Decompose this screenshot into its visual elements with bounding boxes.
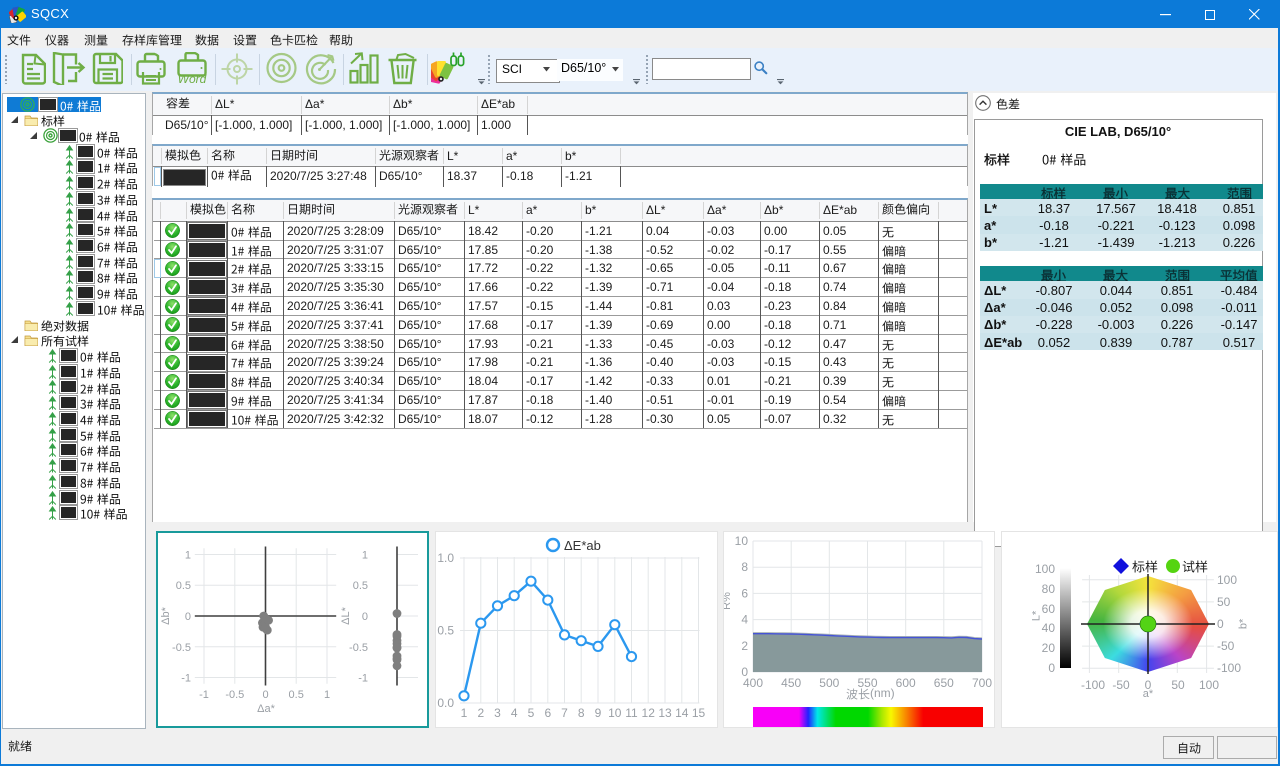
svg-text:0: 0 [262, 689, 268, 701]
svg-text:450: 450 [781, 676, 801, 690]
svg-text:1: 1 [362, 550, 368, 562]
svg-text:3: 3 [494, 706, 501, 720]
svg-text:R%: R% [724, 592, 733, 610]
svg-text:0.5: 0.5 [353, 580, 368, 592]
svg-text:10: 10 [735, 534, 749, 548]
svg-text:2: 2 [741, 639, 748, 653]
svg-text:0.5: 0.5 [176, 580, 191, 592]
svg-text:4: 4 [741, 613, 748, 627]
svg-text:11: 11 [625, 706, 638, 720]
svg-text:700: 700 [972, 676, 992, 690]
svg-text:-1: -1 [358, 673, 368, 685]
svg-text:6: 6 [544, 706, 551, 720]
svg-text:13: 13 [658, 706, 672, 720]
svg-text:-1: -1 [199, 689, 209, 701]
svg-text:8: 8 [578, 706, 585, 720]
svg-text:600: 600 [896, 676, 916, 690]
svg-text:1: 1 [185, 550, 191, 562]
svg-text:1.0: 1.0 [437, 551, 454, 565]
svg-text:ΔL*: ΔL* [340, 606, 352, 624]
svg-text:1: 1 [461, 706, 468, 720]
svg-text:0: 0 [185, 611, 191, 623]
svg-text:-1: -1 [181, 673, 191, 685]
svg-text:8: 8 [741, 560, 748, 574]
svg-text:10: 10 [608, 706, 622, 720]
svg-text:0: 0 [741, 665, 748, 679]
svg-text:-0.5: -0.5 [349, 642, 368, 654]
svg-text:6: 6 [741, 586, 748, 600]
svg-text:15: 15 [692, 706, 706, 720]
svg-text:12: 12 [642, 706, 656, 720]
svg-text:Δb*: Δb* [160, 606, 172, 624]
svg-text:Δa*: Δa* [257, 703, 275, 715]
svg-text:14: 14 [675, 706, 689, 720]
svg-text:-0.5: -0.5 [172, 642, 191, 654]
svg-text:9: 9 [595, 706, 602, 720]
svg-text:7: 7 [561, 706, 568, 720]
svg-text:Word: Word [178, 72, 207, 85]
svg-text:0.5: 0.5 [289, 689, 304, 701]
svg-text:0.5: 0.5 [437, 624, 454, 638]
svg-text:1: 1 [324, 689, 330, 701]
svg-text:0: 0 [362, 611, 368, 623]
svg-text:5: 5 [528, 706, 535, 720]
svg-text:650: 650 [934, 676, 954, 690]
svg-text:500: 500 [819, 676, 839, 690]
svg-text:4: 4 [511, 706, 518, 720]
svg-text:2: 2 [477, 706, 484, 720]
svg-text:ΔE*ab: ΔE*ab [564, 538, 601, 553]
svg-text:-0.5: -0.5 [225, 689, 244, 701]
svg-text:0.0: 0.0 [437, 696, 454, 710]
